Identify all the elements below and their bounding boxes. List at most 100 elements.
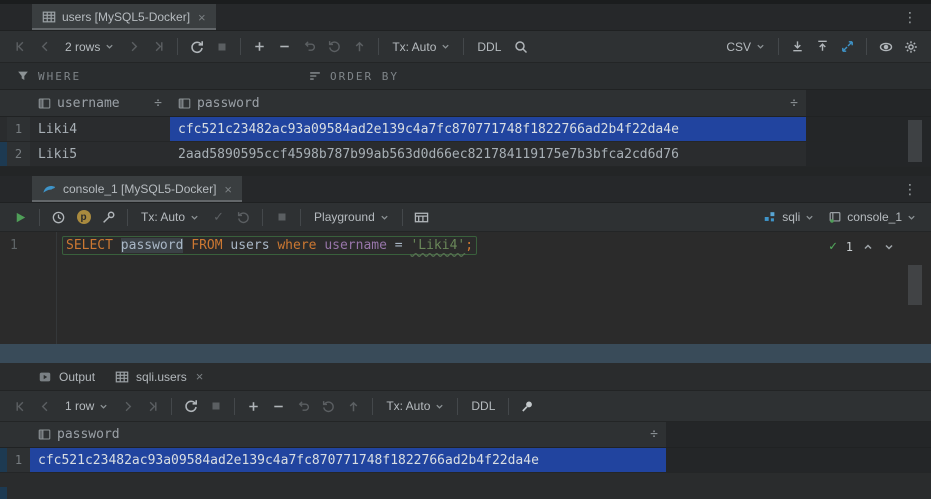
undo-icon[interactable] xyxy=(291,394,316,418)
cell-username[interactable]: Liki4 xyxy=(30,117,170,141)
tx-mode-dropdown[interactable]: Tx: Auto xyxy=(385,35,457,59)
view-options-icon[interactable] xyxy=(873,35,898,59)
cell-password-selected[interactable]: cfc521c23482ac93a09584ad2e139c4a7fc87077… xyxy=(170,117,806,141)
tab-label: users [MySQL5-Docker] xyxy=(62,10,190,24)
session-dropdown[interactable]: console_1 xyxy=(821,205,923,229)
stop-icon[interactable] xyxy=(209,35,234,59)
stop-icon[interactable] xyxy=(203,394,228,418)
sql-token: SELECT xyxy=(66,238,121,253)
pin-tab-icon[interactable] xyxy=(515,394,540,418)
tab-label: Output xyxy=(59,370,95,384)
kebab-menu-icon[interactable]: ⋮ xyxy=(903,9,917,26)
code-area[interactable]: SELECT password FROM users where usernam… xyxy=(57,232,931,344)
revert-icon[interactable] xyxy=(322,35,347,59)
rows-count-dropdown[interactable]: 2 rows xyxy=(58,35,121,59)
vertical-scrollbar-thumb[interactable] xyxy=(908,120,922,162)
reload-data-icon[interactable] xyxy=(184,35,209,59)
submit-icon[interactable] xyxy=(347,35,372,59)
export-format-dropdown[interactable]: CSV xyxy=(719,35,772,59)
sql-token: username xyxy=(324,238,387,253)
close-icon[interactable]: × xyxy=(198,11,206,24)
ddl-button[interactable]: DDL xyxy=(464,394,502,418)
history-clock-icon[interactable] xyxy=(46,205,71,229)
where-filter[interactable]: WHERE xyxy=(0,69,81,83)
first-page-button[interactable] xyxy=(8,35,33,59)
first-page-button[interactable] xyxy=(8,394,33,418)
settings-gear-icon[interactable] xyxy=(898,35,923,59)
row-number[interactable]: 1 xyxy=(7,448,30,472)
close-icon[interactable]: × xyxy=(196,370,204,383)
cell-username[interactable]: Liki5 xyxy=(30,142,170,166)
tab-result-grid[interactable]: sqli.users × xyxy=(107,363,218,390)
next-page-button[interactable] xyxy=(121,35,146,59)
tx-mode-dropdown[interactable]: Tx: Auto xyxy=(134,205,206,229)
column-header-password[interactable]: password ÷ xyxy=(170,90,806,116)
console-session-icon xyxy=(828,210,842,224)
tx-mode-dropdown[interactable]: Tx: Auto xyxy=(379,394,451,418)
tab-users-table[interactable]: users [MySQL5-Docker] × xyxy=(32,4,216,30)
grid-corner[interactable] xyxy=(0,422,30,447)
settings-wrench-icon[interactable] xyxy=(96,205,121,229)
schema-dropdown[interactable]: sqli xyxy=(756,205,821,229)
grid-corner[interactable] xyxy=(0,90,30,116)
last-page-button[interactable] xyxy=(146,35,171,59)
chevron-down-icon xyxy=(441,42,450,51)
sort-toggle-icon: ÷ xyxy=(154,96,162,111)
order-by-filter[interactable]: ORDER BY xyxy=(308,69,399,83)
delete-row-button[interactable] xyxy=(272,35,297,59)
revert-icon[interactable] xyxy=(316,394,341,418)
submit-icon[interactable] xyxy=(341,394,366,418)
ddl-button[interactable]: DDL xyxy=(470,35,508,59)
export-data-icon[interactable] xyxy=(810,35,835,59)
console-toolbar: p Tx: Auto ✓ Playground sqli console_1 xyxy=(0,203,931,232)
sql-statement: SELECT password FROM users where usernam… xyxy=(62,236,477,255)
cell-password-selected[interactable]: cfc521c23482ac93a09584ad2e139c4a7fc87077… xyxy=(30,448,666,472)
delete-row-button[interactable] xyxy=(266,394,291,418)
prev-problem-chevron-icon[interactable] xyxy=(862,241,874,253)
rows-count-label: 1 row xyxy=(65,399,94,413)
previous-page-button[interactable] xyxy=(33,35,58,59)
next-problem-chevron-icon[interactable] xyxy=(883,241,895,253)
add-row-button[interactable] xyxy=(247,35,272,59)
last-page-button[interactable] xyxy=(140,394,165,418)
previous-page-button[interactable] xyxy=(33,394,58,418)
playground-dropdown[interactable]: Playground xyxy=(307,205,396,229)
cell-password[interactable]: 2aad5890595ccf4598b787b99ab563d0d66ec821… xyxy=(170,142,806,166)
grid-empty-area xyxy=(806,90,931,116)
sql-editor: 1 SELECT password FROM users where usern… xyxy=(0,232,931,344)
run-query-icon[interactable] xyxy=(8,205,33,229)
row-marker xyxy=(0,117,7,141)
grid-filter-bar: WHERE ORDER BY xyxy=(0,63,931,90)
inspection-count: 1 xyxy=(846,240,853,254)
toolbar-separator xyxy=(457,398,458,415)
parameters-badge-icon[interactable]: p xyxy=(71,205,96,229)
grid-empty-area xyxy=(666,448,931,472)
search-icon[interactable] xyxy=(508,35,533,59)
commit-check-icon[interactable]: ✓ xyxy=(206,205,231,229)
undo-icon[interactable] xyxy=(297,35,322,59)
tab-console[interactable]: console_1 [MySQL5-Docker] × xyxy=(32,176,242,202)
row-marker xyxy=(0,448,7,472)
reload-data-icon[interactable] xyxy=(178,394,203,418)
column-header-username[interactable]: username ÷ xyxy=(30,90,170,116)
inspection-widget[interactable]: ✓✓ 1 xyxy=(829,239,895,254)
import-data-icon[interactable] xyxy=(785,35,810,59)
order-by-label: ORDER BY xyxy=(330,70,399,83)
close-icon[interactable]: × xyxy=(224,183,232,196)
row-number[interactable]: 2 xyxy=(7,142,30,166)
next-page-button[interactable] xyxy=(115,394,140,418)
kebab-menu-icon[interactable]: ⋮ xyxy=(903,181,917,198)
vertical-scrollbar-thumb[interactable] xyxy=(908,265,922,305)
output-layout-icon[interactable] xyxy=(409,205,434,229)
compare-data-icon[interactable] xyxy=(835,35,860,59)
rollback-icon[interactable] xyxy=(231,205,256,229)
column-header-password[interactable]: password ÷ xyxy=(30,422,666,447)
tx-mode-label: Tx: Auto xyxy=(392,40,436,54)
row-number[interactable]: 1 xyxy=(7,117,30,141)
row-marker xyxy=(0,142,7,166)
tab-output[interactable]: Output xyxy=(30,363,103,390)
stop-icon[interactable] xyxy=(269,205,294,229)
rows-count-dropdown[interactable]: 1 row xyxy=(58,394,115,418)
toolbar-separator xyxy=(234,398,235,415)
add-row-button[interactable] xyxy=(241,394,266,418)
